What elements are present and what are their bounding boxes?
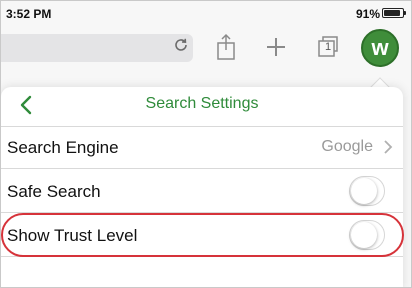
share-icon[interactable] xyxy=(215,33,237,61)
search-engine-row[interactable]: Search Engine Google xyxy=(1,125,403,169)
search-engine-value: Google xyxy=(321,138,373,155)
safe-search-row: Safe Search xyxy=(1,169,403,213)
panel-title: Search Settings xyxy=(145,95,259,112)
tabs-count: 1 xyxy=(324,41,332,53)
toggle-knob xyxy=(351,178,377,204)
row-label: Safe Search xyxy=(7,182,101,201)
address-field[interactable] xyxy=(1,34,193,62)
app-window: 3:52 PM 91% 1 w Search Settings Search E… xyxy=(0,0,412,288)
search-settings-panel: Search Settings Search Engine Google Saf… xyxy=(1,87,403,287)
battery-percent: 91% xyxy=(356,7,381,21)
browser-toolbar: 1 w xyxy=(1,25,411,71)
row-label: Search Engine xyxy=(7,138,119,157)
battery-tip xyxy=(404,11,406,15)
chevron-right-icon xyxy=(384,140,393,154)
battery-fill xyxy=(384,10,400,16)
status-time: 3:52 PM xyxy=(6,7,52,21)
battery-icon xyxy=(382,8,404,18)
plus-icon[interactable] xyxy=(265,36,287,58)
reload-icon[interactable] xyxy=(173,37,189,53)
highlight-annotation xyxy=(1,213,404,257)
panel-header: Search Settings xyxy=(1,87,403,123)
safe-search-toggle[interactable] xyxy=(349,176,385,206)
wot-extension-button[interactable]: w xyxy=(361,29,399,67)
status-bar: 3:52 PM 91% xyxy=(1,1,411,25)
